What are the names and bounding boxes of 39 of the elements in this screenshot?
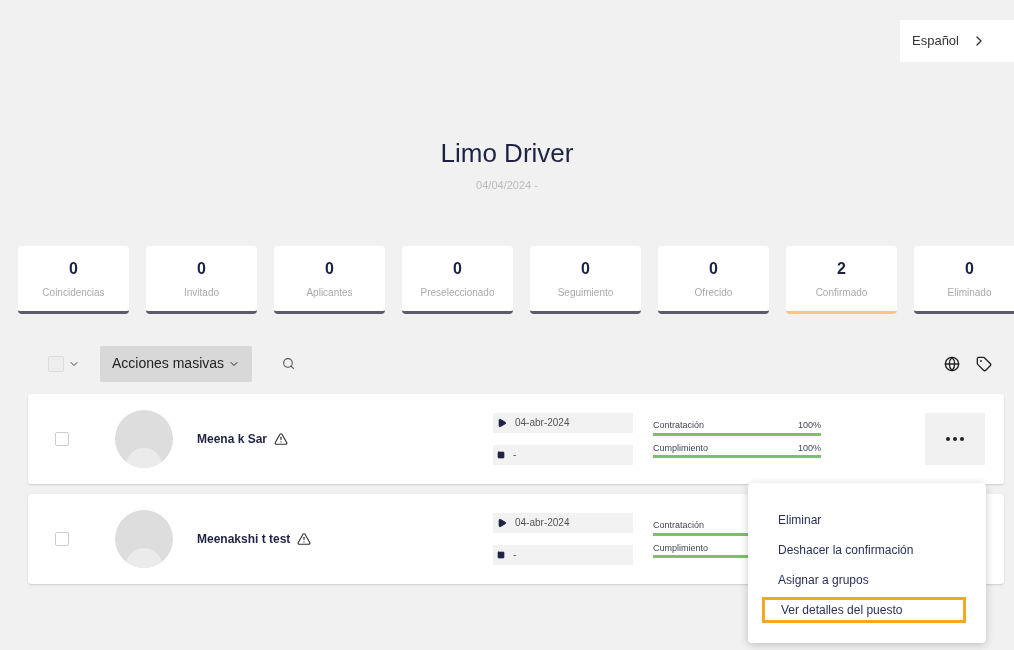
tag-icon[interactable] [976, 355, 992, 372]
globe-icon[interactable] [944, 355, 960, 372]
stage-tab[interactable]: 0 Coincidencias [18, 245, 129, 314]
stage-tab[interactable]: 0 Invitado [146, 245, 257, 314]
stage-tab[interactable]: 2 Confirmado [786, 245, 897, 314]
progress-percent: 100% [797, 441, 821, 455]
menu-item[interactable]: Asignar a grupos [762, 567, 966, 593]
stop-icon [497, 450, 505, 459]
candidate-name[interactable]: Meenakshi t test [197, 529, 291, 548]
warning-icon [274, 431, 289, 446]
stage-tab[interactable]: 0 Ofrecido [658, 245, 769, 314]
stage-tab[interactable]: 0 Preseleccionado [402, 245, 513, 314]
stage-tab[interactable]: 0 Eliminado [914, 245, 1014, 314]
play-icon [497, 517, 507, 528]
start-date-field: 04-abr-2024 [493, 512, 633, 533]
candidate-name[interactable]: Meena k Sar [197, 429, 268, 448]
progress-label: Cumplimiento [653, 441, 709, 455]
progress-label: Contratación [653, 519, 705, 532]
language-selector[interactable]: Español [900, 20, 1014, 62]
bulk-actions-button[interactable]: Acciones masivas [100, 345, 253, 382]
start-date-field: 04-abr-2024 [493, 412, 633, 433]
stop-icon [497, 550, 505, 559]
row-checkbox[interactable] [55, 431, 69, 446]
progress-label: Contratación [653, 419, 705, 432]
play-icon [497, 417, 507, 428]
menu-item[interactable]: Deshacer la confirmación [762, 537, 966, 563]
warning-icon [297, 531, 312, 546]
row-checkbox[interactable] [55, 531, 69, 546]
progress-percent: 100% [797, 419, 821, 432]
menu-item[interactable]: Ver detalles del puesto [762, 597, 966, 623]
menu-item[interactable]: Eliminar [762, 507, 966, 533]
job-title: Limo Driver [440, 137, 574, 170]
more-icon [946, 436, 964, 441]
search-icon[interactable] [282, 357, 296, 370]
stage-tab[interactable]: 0 Seguimiento [530, 245, 641, 314]
stage-tab[interactable]: 0 Aplicantes [274, 245, 385, 314]
progress-label: Cumplimiento [653, 541, 709, 555]
end-date-field: - [493, 444, 633, 465]
end-date-field: - [493, 544, 633, 565]
